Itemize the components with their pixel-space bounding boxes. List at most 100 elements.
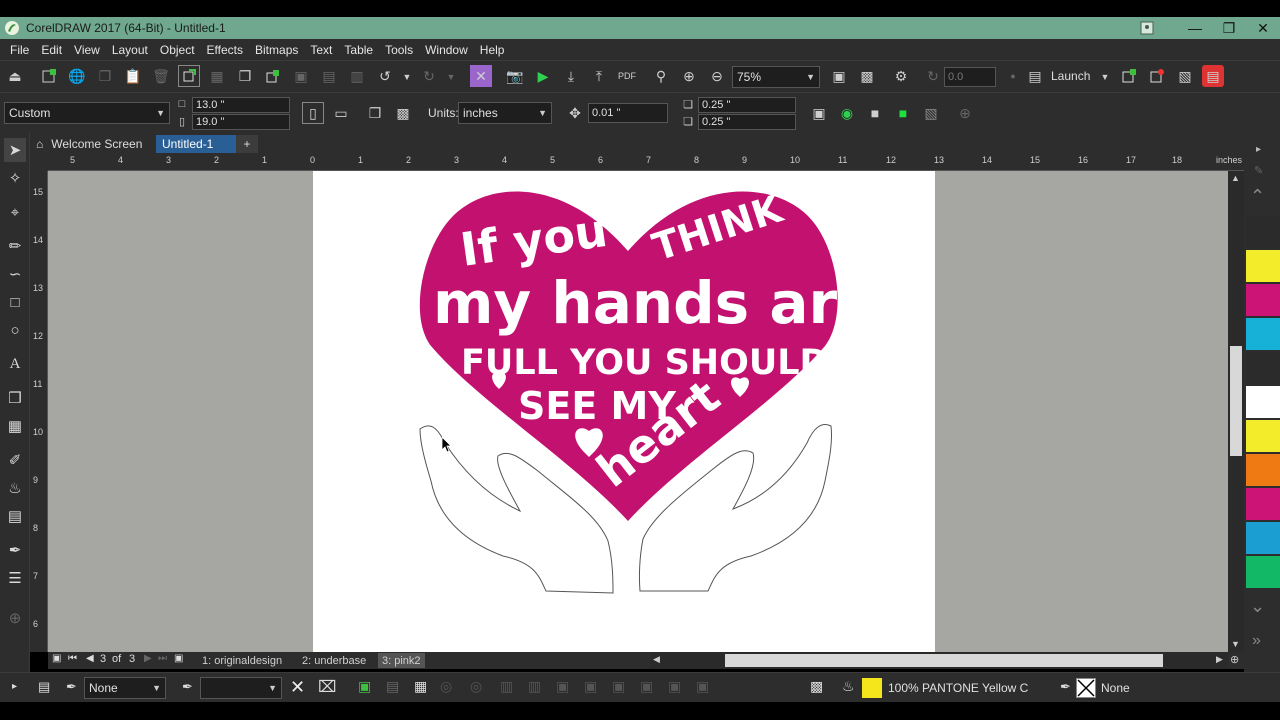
page-options-icon[interactable]: ▣: [52, 653, 61, 664]
scroll-right-icon[interactable]: ▶: [1216, 654, 1223, 665]
document-page[interactable]: If you THINK my hands are FULL YOU SHOUL…: [313, 171, 935, 652]
smart-fill-tool-icon[interactable]: ▤: [4, 504, 26, 528]
crop-tool-icon[interactable]: ⌖: [4, 200, 26, 224]
color-swatch[interactable]: [1246, 454, 1280, 486]
horizontal-ruler[interactable]: 5 4 3 2 1 0 1 2 3 4 5 6 7 8 9 10 11 12 1…: [48, 154, 1244, 171]
color-swatch[interactable]: [1246, 318, 1280, 350]
new-document-icon[interactable]: [38, 65, 60, 87]
rectangle-tool-icon[interactable]: □: [4, 290, 26, 314]
restore-app-icon[interactable]: [1130, 17, 1164, 39]
scroll-up-icon[interactable]: ▲: [1231, 173, 1240, 183]
rotation-field[interactable]: 0.0: [944, 67, 996, 87]
last-page-icon[interactable]: ⏭: [158, 653, 167, 664]
navigator-zoom-icon[interactable]: ⊕: [1230, 653, 1239, 666]
units-dropdown[interactable]: inches ▼: [458, 102, 552, 124]
menu-text[interactable]: Text: [304, 43, 338, 57]
import-arrow-icon[interactable]: ⤓: [560, 65, 582, 87]
object-properties-icon[interactable]: ☰: [4, 566, 26, 590]
no-outline-icon[interactable]: ⌧: [318, 677, 336, 697]
menu-bitmaps[interactable]: Bitmaps: [249, 43, 304, 57]
zoom-fit-icon[interactable]: ▣: [828, 65, 850, 87]
vertical-scrollbar[interactable]: ▲ ▼: [1228, 171, 1244, 652]
undo-icon[interactable]: ↺: [374, 65, 396, 87]
target-icon[interactable]: ◉: [836, 102, 858, 124]
text-tool-icon[interactable]: A: [4, 352, 26, 376]
transparency-tool-icon[interactable]: ▦: [4, 414, 26, 438]
horizontal-scroll-thumb[interactable]: [725, 654, 1163, 667]
align-icon[interactable]: ▥: [346, 65, 368, 87]
pick-tool-icon[interactable]: ➤: [4, 138, 26, 162]
zoom-out-icon[interactable]: ⊖: [706, 65, 728, 87]
page-height-field[interactable]: 19.0 ": [192, 114, 290, 130]
menu-layout[interactable]: Layout: [106, 43, 154, 57]
all-pages-icon[interactable]: ❐: [364, 102, 386, 124]
minimize-icon[interactable]: —: [1178, 17, 1212, 39]
break-apart-icon[interactable]: ▤: [318, 65, 340, 87]
options-icon[interactable]: [1118, 65, 1140, 87]
document-palette-icon[interactable]: ▤: [38, 679, 50, 695]
status-scale-icon[interactable]: ▦: [414, 678, 427, 695]
page-width-field[interactable]: 13.0 ": [192, 97, 290, 113]
outline-pen-status-icon[interactable]: ✒: [182, 679, 193, 695]
monitor-icon[interactable]: ▧: [920, 102, 942, 124]
tab-untitled-1[interactable]: Untitled-1: [156, 135, 236, 153]
play-icon[interactable]: ▶: [532, 65, 554, 87]
add-icon[interactable]: ⊕: [954, 102, 976, 124]
artwork[interactable]: If you THINK my hands are FULL YOU SHOUL…: [313, 171, 935, 652]
horizontal-scrollbar[interactable]: ◀ ▶: [650, 652, 1228, 669]
maximize-icon[interactable]: ❐: [1212, 17, 1246, 39]
prev-page-icon[interactable]: ◀: [86, 653, 94, 664]
palette-scroll-up-icon[interactable]: ⌃: [1250, 186, 1265, 207]
object-manager-icon[interactable]: ▧: [1174, 65, 1196, 87]
fill-pen-icon[interactable]: ✒: [66, 679, 77, 695]
menu-object[interactable]: Object: [154, 43, 201, 57]
color-swatch[interactable]: [1246, 522, 1280, 554]
outline-status-pen-icon[interactable]: ✒: [1060, 679, 1071, 695]
first-page-icon[interactable]: ⏮: [68, 653, 77, 664]
landscape-icon[interactable]: ▭: [330, 102, 352, 124]
pdf-icon[interactable]: PDF: [616, 65, 638, 87]
nudge-distance-field[interactable]: 0.01 ": [588, 103, 668, 123]
redo-dropdown-icon[interactable]: ▼: [440, 66, 462, 88]
fill-bucket-icon[interactable]: ♨: [842, 678, 855, 695]
next-page-icon[interactable]: ▶: [144, 653, 152, 664]
redo-icon[interactable]: ↻: [418, 65, 440, 87]
outline-width-dropdown[interactable]: ▼: [200, 677, 282, 699]
color-swatch[interactable]: [1246, 488, 1280, 520]
export-icon[interactable]: ▦: [206, 65, 228, 87]
ungroup-icon[interactable]: [262, 65, 284, 87]
publish-icon[interactable]: 📷: [504, 65, 526, 87]
add-tool-icon[interactable]: ⊕: [4, 606, 26, 630]
no-fill-icon[interactable]: ✕: [290, 677, 305, 698]
paste-icon[interactable]: 📋: [122, 65, 144, 87]
launch-dropdown-icon[interactable]: ▼: [1094, 66, 1116, 88]
menu-tools[interactable]: Tools: [379, 43, 419, 57]
drawing-canvas[interactable]: If you THINK my hands are FULL YOU SHOUL…: [48, 171, 1228, 652]
launch-label[interactable]: Launch: [1051, 69, 1090, 83]
menu-window[interactable]: Window: [419, 43, 474, 57]
outline-pen-icon[interactable]: ✒: [4, 538, 26, 562]
delete-icon[interactable]: 🗑: [150, 65, 172, 87]
black-shirt-icon[interactable]: ■: [864, 102, 886, 124]
current-page-icon[interactable]: ▩: [392, 102, 414, 124]
toolbox-icon[interactable]: ▤: [1202, 65, 1224, 87]
portrait-icon[interactable]: ▯: [302, 102, 324, 124]
color-swatch[interactable]: [1246, 556, 1280, 588]
combine-icon[interactable]: ▣: [290, 65, 312, 87]
color-swatch[interactable]: [1246, 352, 1280, 384]
color-swatch[interactable]: [1246, 250, 1280, 282]
palette-eyedropper-icon[interactable]: ✎: [1254, 164, 1263, 177]
page-size-dropdown[interactable]: Custom ▼: [4, 102, 170, 124]
bounding-box-icon[interactable]: ▣: [808, 102, 830, 124]
ellipse-tool-icon[interactable]: ○: [4, 318, 26, 342]
new-tab-icon[interactable]: +: [236, 135, 258, 153]
fill-dropdown[interactable]: None ▼: [84, 677, 166, 699]
art-line-4[interactable]: FULL YOU SHOULD: [461, 343, 829, 383]
corel-connect-icon[interactable]: ✕: [470, 65, 492, 87]
menu-edit[interactable]: Edit: [35, 43, 68, 57]
globe-icon[interactable]: 🌐: [66, 65, 88, 87]
security-icon[interactable]: [1146, 65, 1168, 87]
shape-tool-icon[interactable]: ✧: [4, 166, 26, 190]
fill-color-swatch[interactable]: [862, 678, 882, 698]
menu-table[interactable]: Table: [338, 43, 379, 57]
